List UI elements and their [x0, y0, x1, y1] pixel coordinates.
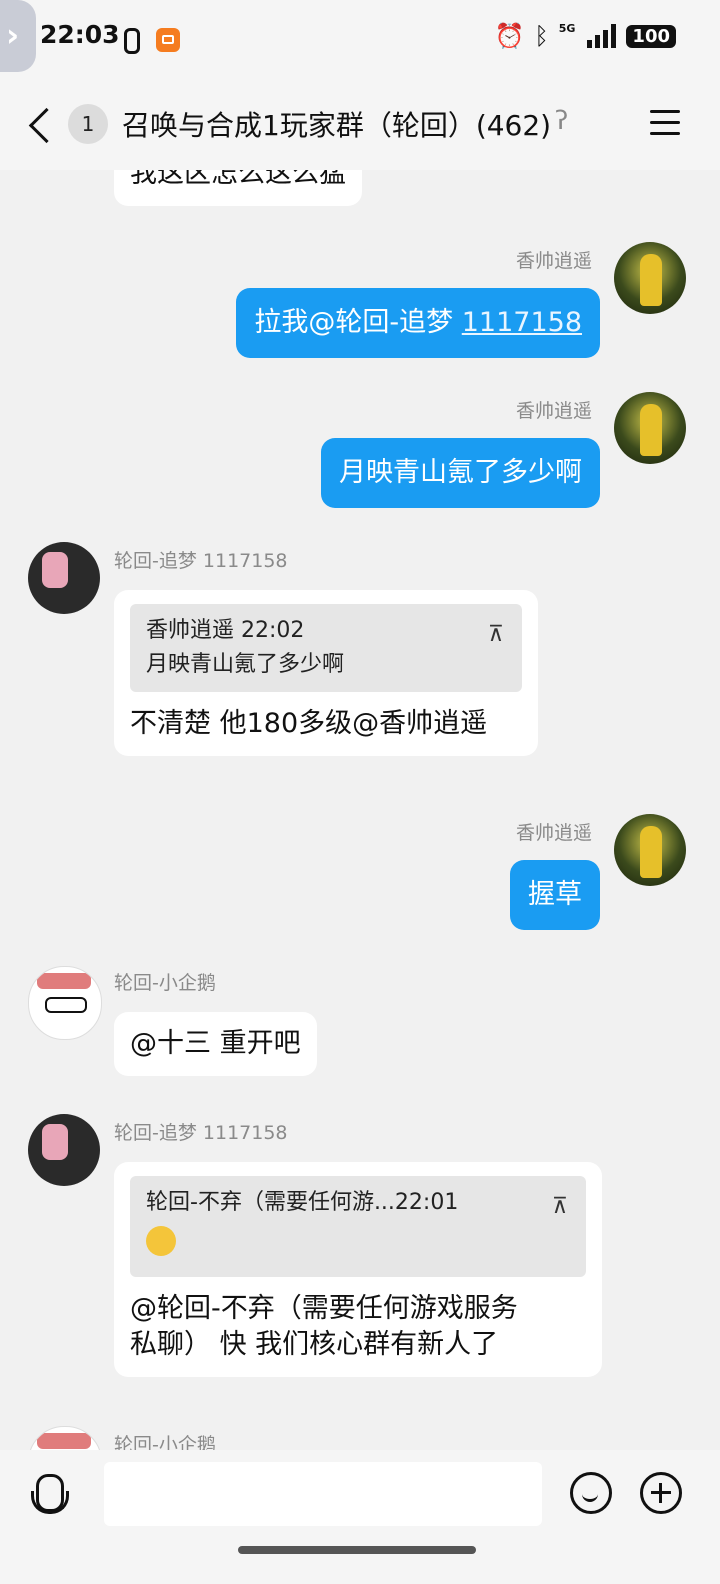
message-bubble[interactable]: 我这区怎么这么猛 [114, 170, 362, 206]
message-text: 不清楚 他180多级@香帅逍遥 [130, 708, 488, 739]
reply-quote[interactable]: 香帅逍遥 22:02 月映青山氪了多少啊 ⊼ [130, 604, 522, 692]
message-link[interactable]: 1117158 [462, 307, 582, 338]
message-bubble[interactable]: 月映青山氪了多少啊 [321, 438, 600, 508]
chat-title[interactable]: 召唤与合成1玩家群（轮回）(462) [122, 104, 551, 144]
message-list[interactable]: 我这区怎么这么猛 香帅逍遥 拉我@轮回-追梦 1117158 香帅逍遥 月映青山… [0, 170, 720, 1450]
message-bubble[interactable]: 拉我@轮回-追梦 1117158 [236, 288, 600, 358]
avatar[interactable] [614, 392, 686, 464]
reply-quote[interactable]: 轮回-不弃（需要任何游...22:01 ⊼ [130, 1176, 586, 1277]
avatar[interactable] [28, 1426, 102, 1450]
sender-name: 轮回-追梦 1117158 [114, 550, 288, 572]
message-text: @十三 重开吧 [130, 1028, 301, 1059]
alarm-icon: ⏰ [494, 22, 525, 50]
signal-icon [587, 24, 617, 48]
message-text: 月映青山氪了多少啊 [339, 457, 582, 488]
quote-body: 月映青山氪了多少啊 [146, 652, 345, 677]
status-indicators: ⏰ ᛒ 5G 100 [494, 22, 676, 50]
chevron-right-icon: › [6, 16, 20, 54]
message-text: 握草 [528, 879, 582, 910]
microphone-icon[interactable] [31, 1474, 69, 1514]
status-time: 22:03 [40, 20, 120, 49]
chevron-left-icon[interactable] [28, 107, 65, 144]
sender-name: 香帅逍遥 [515, 822, 592, 844]
avatar[interactable] [614, 242, 686, 314]
emoji-icon [146, 1226, 176, 1256]
message-bubble[interactable]: 轮回-不弃（需要任何游...22:01 ⊼ @轮回-不弃（需要任何游戏服务 私聊… [114, 1162, 602, 1377]
sender-name: 香帅逍遥 [515, 400, 592, 422]
emoji-icon[interactable] [570, 1472, 612, 1514]
jump-to-top-icon[interactable]: ⊼ [488, 618, 504, 652]
avatar[interactable] [28, 1114, 100, 1186]
input-bar [0, 1450, 720, 1584]
side-panel-handle[interactable]: › [0, 0, 36, 72]
quote-header: 轮回-不弃（需要任何游...22:01 [146, 1190, 459, 1215]
quote-header: 香帅逍遥 22:02 [146, 618, 305, 643]
unread-badge[interactable]: 1 [68, 104, 108, 144]
message-text: 拉我@轮回-追梦 [254, 307, 462, 338]
avatar[interactable] [28, 542, 100, 614]
ear-icon[interactable]: ʔ [555, 106, 568, 136]
hamburger-menu-icon[interactable] [650, 110, 680, 136]
link-icon [124, 28, 140, 54]
home-indicator[interactable] [238, 1546, 476, 1554]
status-bar: › 22:03 ⏰ ᛒ 5G 100 [0, 0, 720, 80]
sender-name: 轮回-小企鹅 [114, 1434, 216, 1450]
message-bubble[interactable]: @十三 重开吧 [114, 1012, 317, 1076]
message-text: 我这区怎么这么猛 [130, 170, 346, 189]
message-text-line: @轮回-不弃（需要任何游戏服务 [130, 1293, 518, 1324]
sender-name: 轮回-追梦 1117158 [114, 1122, 288, 1144]
sender-name: 轮回-小企鹅 [114, 972, 216, 994]
message-input[interactable] [104, 1462, 542, 1526]
sender-name: 香帅逍遥 [515, 250, 592, 272]
chat-header: 1 召唤与合成1玩家群（轮回）(462) ʔ [0, 80, 720, 170]
app-icon [156, 28, 180, 52]
bluetooth-icon: ᛒ [534, 22, 549, 50]
jump-to-top-icon[interactable]: ⊼ [552, 1190, 568, 1224]
plus-icon[interactable] [640, 1472, 682, 1514]
message-text-line: 私聊） 快 我们核心群有新人了 [130, 1329, 499, 1360]
network-type: 5G [558, 22, 576, 35]
message-bubble[interactable]: 握草 [510, 860, 600, 930]
battery-icon: 100 [626, 24, 676, 48]
message-bubble[interactable]: 香帅逍遥 22:02 月映青山氪了多少啊 ⊼ 不清楚 他180多级@香帅逍遥 [114, 590, 538, 756]
avatar[interactable] [28, 966, 102, 1040]
avatar[interactable] [614, 814, 686, 886]
